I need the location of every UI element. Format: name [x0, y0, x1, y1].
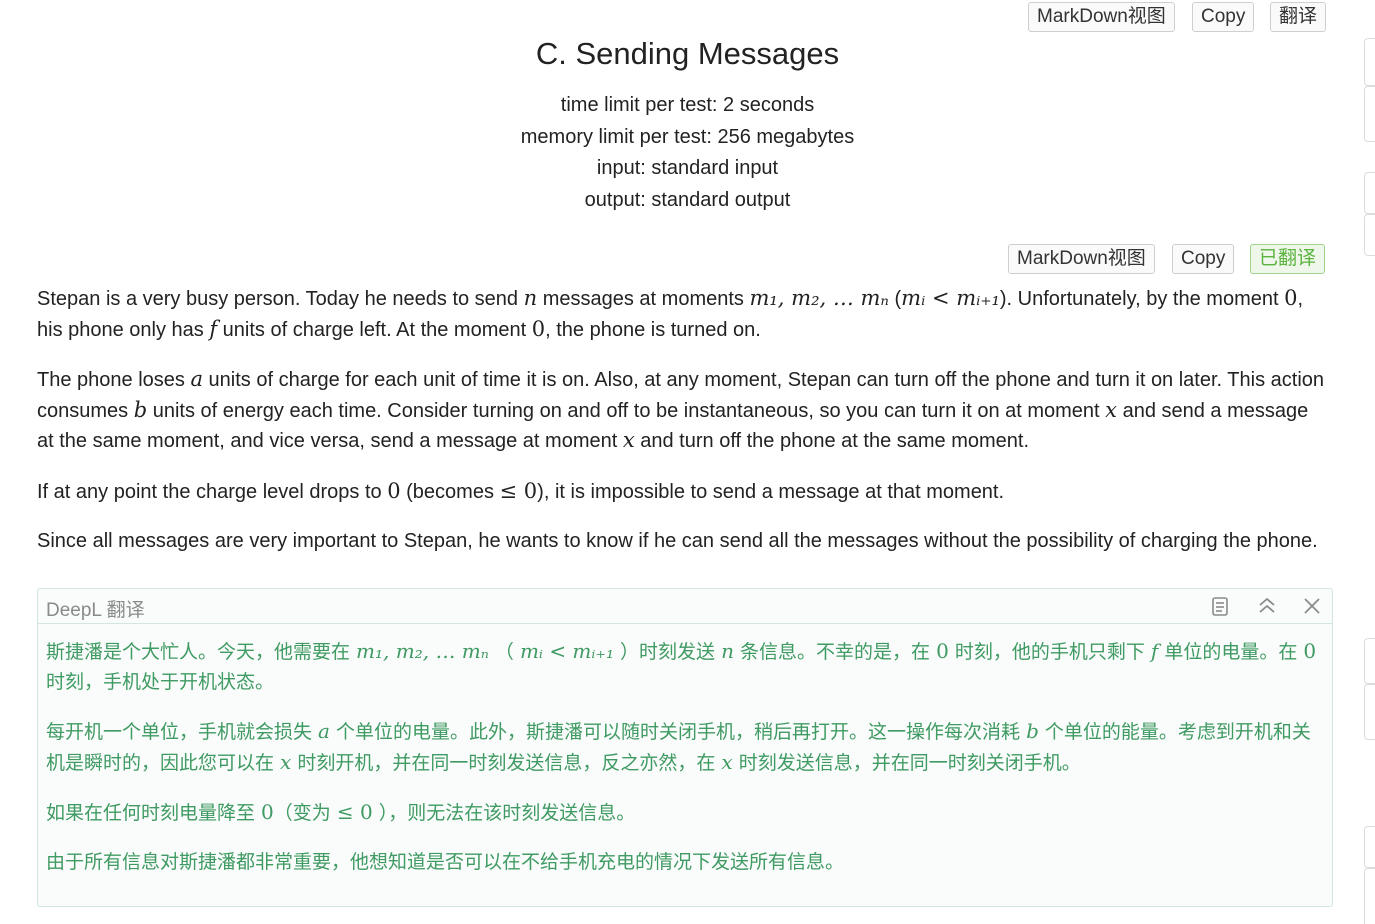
problem-statement: Stepan is a very busy person. Today he n…	[37, 284, 1329, 557]
math-f: f	[209, 316, 218, 341]
side-panel-edge	[1364, 638, 1375, 684]
input-spec: input: standard input	[596, 157, 779, 179]
math-zero: 0	[1284, 286, 1298, 310]
deepl-header: DeepL 翻译	[38, 589, 1332, 624]
problem-limits: time limit per test: 2 seconds memory li…	[0, 90, 1375, 216]
side-panel-edge	[1364, 826, 1375, 868]
translation-paragraph-3: 如果在任何时刻电量降至 0（变为 ≤ 0 ），则无法在该时刻发送信息。	[46, 800, 636, 824]
math-le-zero: ≤ 0	[336, 800, 373, 824]
translation-paragraph-2: 每开机一个单位，手机就会损失 a 个单位的电量。此外，斯捷潘可以随时关闭手机，稍…	[46, 719, 1311, 774]
math-inequality: mᵢ < mᵢ₊₁	[901, 286, 1000, 310]
statement-paragraph-3: If at any point the charge level drops t…	[37, 478, 1005, 503]
math-zero: 0	[261, 800, 274, 824]
math-a: a	[318, 719, 330, 743]
math-x: x	[1105, 397, 1118, 422]
translated-button[interactable]: 已翻译	[1250, 244, 1326, 274]
math-x: x	[721, 750, 733, 774]
problem-page: MarkDown视图 Copy 翻译 C. Sending Messages t…	[0, 0, 1375, 924]
side-panel-edge	[1364, 684, 1375, 740]
statement-paragraph-1: Stepan is a very busy person. Today he n…	[37, 286, 1304, 341]
math-a: a	[190, 367, 203, 391]
translation-paragraph-1: 斯捷潘是个大忙人。今天，他需要在 m₁, m₂, … mₙ （ mᵢ < mᵢ₊…	[46, 639, 1317, 693]
side-panel-edge	[1364, 86, 1375, 142]
math-moments: m₁, m₂, … mₙ	[749, 286, 889, 310]
math-zero: 0	[936, 639, 949, 663]
time-limit: time limit per test: 2 seconds	[560, 94, 815, 116]
math-moments: m₁, m₂, … mₙ	[356, 639, 489, 663]
deepl-body: 斯捷潘是个大忙人。今天，他需要在 m₁, m₂, … mₙ （ mᵢ < mᵢ₊…	[38, 624, 1332, 877]
math-zero: 0	[387, 478, 401, 503]
deepl-title: DeepL 翻译	[46, 600, 145, 621]
copy-icon[interactable]	[1209, 595, 1231, 617]
side-panel-edge	[1364, 868, 1375, 924]
math-inequality: mᵢ < mᵢ₊₁	[519, 639, 614, 663]
translation-paragraph-4: 由于所有信息对斯捷潘都非常重要，他想知道是否可以在不给手机充电的情况下发送所有信…	[46, 851, 845, 873]
memory-limit: memory limit per test: 256 megabytes	[520, 125, 855, 148]
math-x: x	[622, 428, 635, 452]
math-n: n	[721, 639, 734, 663]
math-b: b	[1026, 719, 1039, 743]
close-icon[interactable]	[1301, 595, 1323, 617]
math-x: x	[280, 750, 292, 774]
problem-title: C. Sending Messages	[535, 36, 840, 71]
math-n: n	[523, 286, 538, 310]
translate-button[interactable]: 翻译	[1270, 2, 1327, 32]
statement-markdown-view-button[interactable]: MarkDown视图	[1008, 244, 1155, 274]
output-spec: output: standard output	[584, 188, 791, 211]
side-panel-edge	[1364, 172, 1375, 214]
side-panel-edge	[1364, 214, 1375, 256]
math-b: b	[133, 397, 148, 422]
side-panel-edge	[1364, 38, 1375, 86]
statement-copy-button[interactable]: Copy	[1172, 244, 1235, 274]
statement-paragraph-2: The phone loses a units of charge for ea…	[37, 367, 1325, 452]
markdown-view-button[interactable]: MarkDown视图	[1028, 2, 1175, 32]
math-zero: 0	[531, 316, 546, 341]
statement-paragraph-4: Since all messages are very important to…	[37, 530, 1318, 552]
math-zero: 0	[1303, 639, 1317, 663]
math-le-zero: ≤ 0	[499, 478, 538, 503]
deepl-translation-panel: DeepL 翻译 斯捷潘是个大忙人。今天，他需要在 m₁, m₂, … mₙ （…	[37, 588, 1333, 907]
collapse-icon[interactable]	[1256, 595, 1278, 617]
copy-button[interactable]: Copy	[1192, 2, 1255, 32]
